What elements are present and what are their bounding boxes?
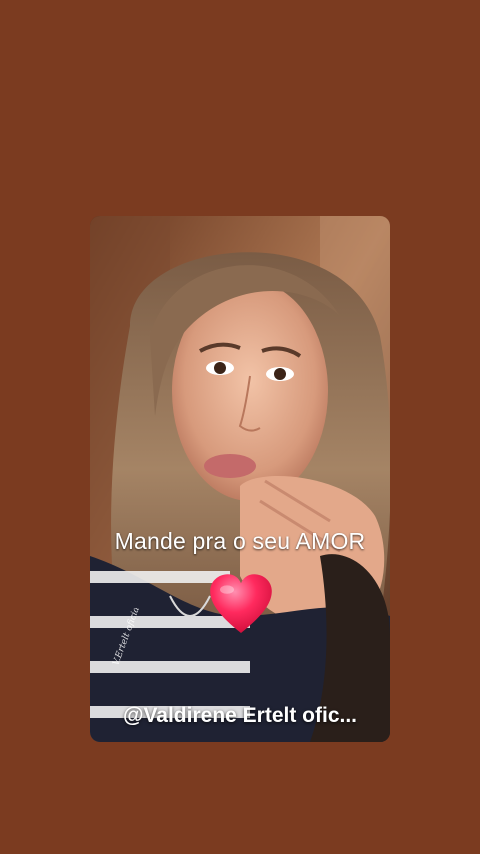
story-caption: Mande pra o seu AMOR <box>114 528 366 554</box>
heart-icon <box>210 574 272 633</box>
signature-text: V.Ertelt oficial <box>111 608 143 667</box>
video-card[interactable]: Mande pra o seu AMOR V.Ertelt oficial @V… <box>90 216 390 742</box>
signature-watermark: V.Ertelt oficial <box>111 608 143 667</box>
story-screen: Mande pra o seu AMOR V.Ertelt oficial @V… <box>0 0 480 854</box>
creator-handle[interactable]: @Valdirene Ertelt ofic... <box>90 704 390 728</box>
